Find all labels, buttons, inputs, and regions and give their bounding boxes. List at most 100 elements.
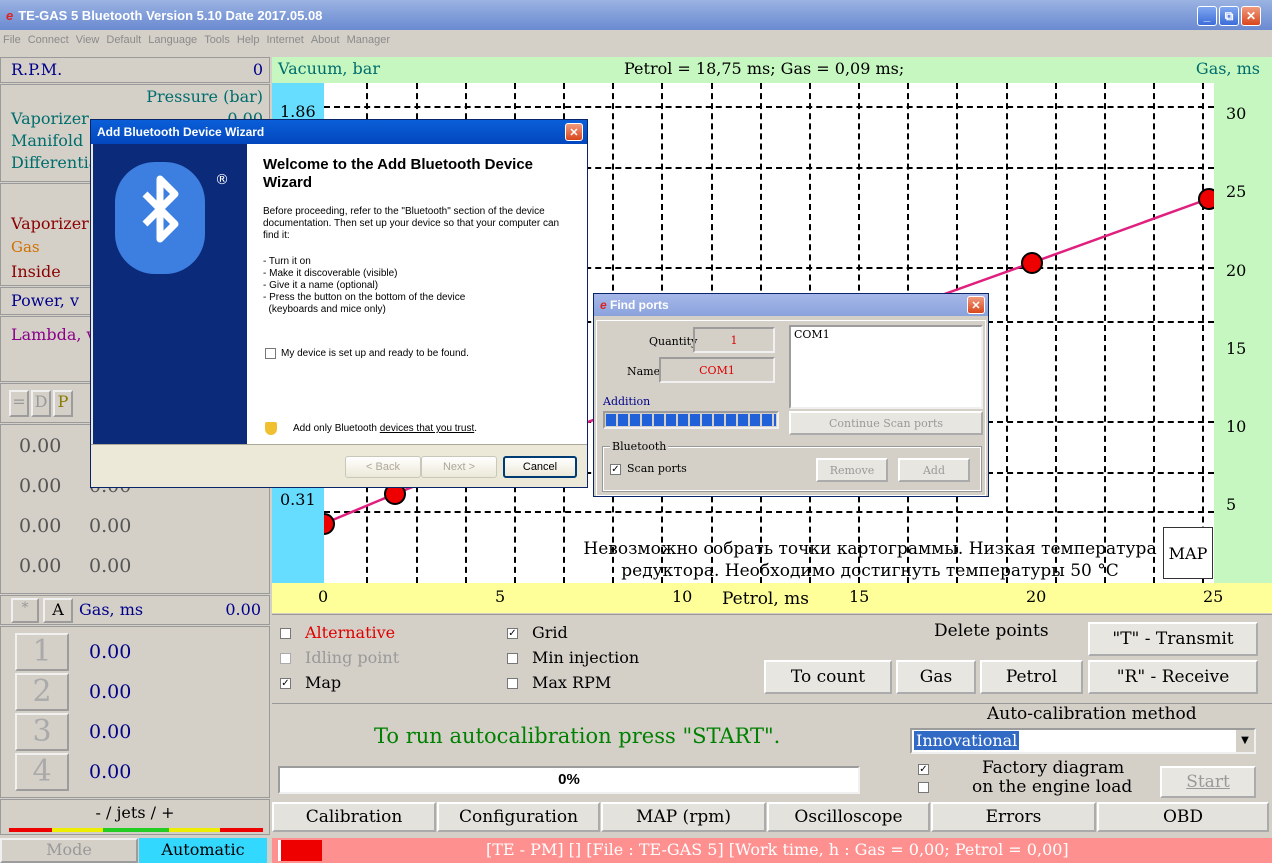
calibration-point[interactable] (1198, 187, 1214, 210)
menu-item-about[interactable]: About (311, 34, 340, 46)
min-injection-label: Min injection (532, 648, 640, 667)
right-axis-strip (1214, 83, 1272, 583)
d-button[interactable]: D (31, 390, 51, 417)
mode-button[interactable]: Mode (0, 838, 138, 863)
close-button[interactable]: ✕ (1241, 6, 1261, 26)
receive-button[interactable]: "R" - Receive (1088, 660, 1258, 694)
cylinder-value-4: 0.00 (89, 761, 132, 783)
menu-item-connect[interactable]: Connect (28, 34, 69, 46)
tab-map-rpm[interactable]: MAP (rpm) (601, 802, 766, 832)
alternative-checkbox[interactable] (280, 628, 291, 639)
remove-port-button[interactable]: Remove (816, 458, 888, 482)
transmit-button[interactable]: "T" - Transmit (1088, 622, 1258, 656)
ready-checkbox[interactable] (265, 348, 276, 359)
idling-label: Idling point (305, 648, 400, 667)
map-button[interactable]: MAP (1163, 527, 1213, 579)
shield-icon (265, 422, 277, 435)
calibration-point[interactable] (1021, 251, 1043, 274)
autocal-progress: 0% (278, 766, 860, 794)
value-row-left: 0.00 (19, 555, 62, 577)
menu-item-language[interactable]: Language (148, 34, 197, 46)
gas-ms-row: * A Gas, ms 0.00 (0, 595, 270, 625)
menu-item-manager[interactable]: Manager (347, 34, 390, 46)
chart-message-line1: Невозможно собрать точки картограммы. Ни… (583, 539, 1157, 559)
cylinder-button-3[interactable]: 3 (15, 713, 69, 751)
pressure-header: Pressure (bar) (146, 87, 263, 106)
menu-item-internet[interactable]: Internet (267, 34, 304, 46)
add-port-button[interactable]: Add (898, 458, 970, 482)
ports-list[interactable]: COM1 (789, 325, 983, 409)
chart-message-line2: редуктора. Необходимо достигнуть темпера… (621, 561, 1119, 581)
tab-oscilloscope[interactable]: Oscilloscope (767, 802, 930, 832)
continue-scan-button[interactable]: Continue Scan ports (789, 411, 983, 435)
find-ports-close-icon[interactable]: ✕ (967, 296, 985, 314)
min-injection-checkbox[interactable] (507, 653, 518, 664)
menu-item-default[interactable]: Default (106, 34, 141, 46)
cylinder-button-1[interactable]: 1 (15, 633, 69, 671)
grid-label: Grid (532, 623, 568, 642)
gas-ms-axis-title: Gas, ms (1195, 59, 1260, 78)
engine-load-checkbox[interactable] (918, 782, 929, 793)
trust-link[interactable]: devices that you trust (380, 423, 475, 434)
tab-configuration[interactable]: Configuration (437, 802, 600, 832)
tab-errors[interactable]: Errors (931, 802, 1096, 832)
p-button[interactable]: P (53, 390, 73, 417)
cylinder-button-2[interactable]: 2 (15, 673, 69, 711)
temp-gas-label: Gas (11, 238, 40, 256)
wizard-back-button[interactable]: < Back (345, 456, 421, 478)
y-right-tick-label: 25 (1226, 182, 1247, 202)
map-checkbox[interactable]: ✓ (280, 678, 291, 689)
quantity-value: 1 (693, 327, 775, 353)
method-select[interactable]: Innovational ▼ (910, 728, 1256, 754)
bluetooth-wizard-dialog: Add Bluetooth Device Wizard ✕ ® Welcome … (90, 119, 588, 488)
svg-text:®: ® (215, 172, 229, 188)
x-tick-label: 0 (318, 587, 329, 606)
star-button[interactable]: * (11, 598, 39, 623)
tab-obd[interactable]: OBD (1097, 802, 1269, 832)
menu-bar: File Connect View Default Language Tools Help I… (0, 30, 1272, 50)
idling-checkbox[interactable] (280, 653, 291, 664)
alternative-label: Alternative (305, 623, 396, 642)
method-label: Auto-calibration method (987, 704, 1197, 724)
max-rpm-checkbox[interactable] (507, 678, 518, 689)
bluetooth-group-label: Bluetooth (610, 440, 669, 453)
factory-checkbox[interactable]: ✓ (918, 764, 929, 775)
transmit-label: "T" - Transmit (1112, 629, 1234, 649)
wizard-step: - Give it a name (optional) (263, 280, 379, 291)
vacuum-label: Vacuum, bar (278, 59, 380, 78)
name-value: COM1 (659, 357, 775, 383)
to-count-button[interactable]: To count (764, 660, 892, 694)
value-row-left: 0.00 (19, 435, 62, 457)
chevron-down-icon[interactable]: ▼ (1236, 730, 1254, 752)
wizard-next-button[interactable]: Next > (421, 456, 497, 478)
scan-ports-checkbox[interactable]: ✓ (610, 463, 621, 475)
rpm-label: R.P.M. (11, 60, 63, 79)
grid-checkbox[interactable]: ✓ (507, 628, 518, 639)
find-ports-title: Find ports (610, 298, 669, 312)
map-label: Map (305, 673, 342, 692)
status-text: [TE - PM] [] [File : TE-GAS 5] [Work tim… (486, 840, 1069, 859)
name-label: Name (627, 365, 661, 378)
wizard-cancel-button[interactable]: Cancel (503, 456, 577, 478)
jets-label: - / jets / + (95, 803, 175, 822)
wizard-close-icon[interactable]: ✕ (565, 123, 583, 141)
app-icon: e (6, 7, 14, 23)
a-button[interactable]: A (43, 598, 73, 623)
start-button[interactable]: Start (1160, 766, 1256, 798)
equal-button[interactable]: = (9, 390, 29, 417)
app-icon: e (600, 298, 611, 312)
menu-item-view[interactable]: View (76, 34, 100, 46)
cylinder-button-4[interactable]: 4 (15, 753, 69, 791)
menu-item-help[interactable]: Help (237, 34, 260, 46)
maximize-button[interactable]: ⧉ (1219, 6, 1239, 26)
scan-ports-label: Scan ports (627, 462, 687, 475)
delete-petrol-button[interactable]: Petrol (980, 660, 1083, 694)
autocal-panel: To run autocalibration press "START". 0%… (272, 703, 1272, 799)
menu-item-file[interactable]: File (3, 34, 21, 46)
tab-calibration[interactable]: Calibration (272, 802, 436, 832)
minimize-button[interactable]: _ (1197, 6, 1217, 26)
y-right-tick-label: 15 (1226, 338, 1247, 358)
delete-gas-button[interactable]: Gas (896, 660, 976, 694)
y-right-tick-label: 20 (1226, 260, 1247, 280)
menu-item-tools[interactable]: Tools (204, 34, 230, 46)
